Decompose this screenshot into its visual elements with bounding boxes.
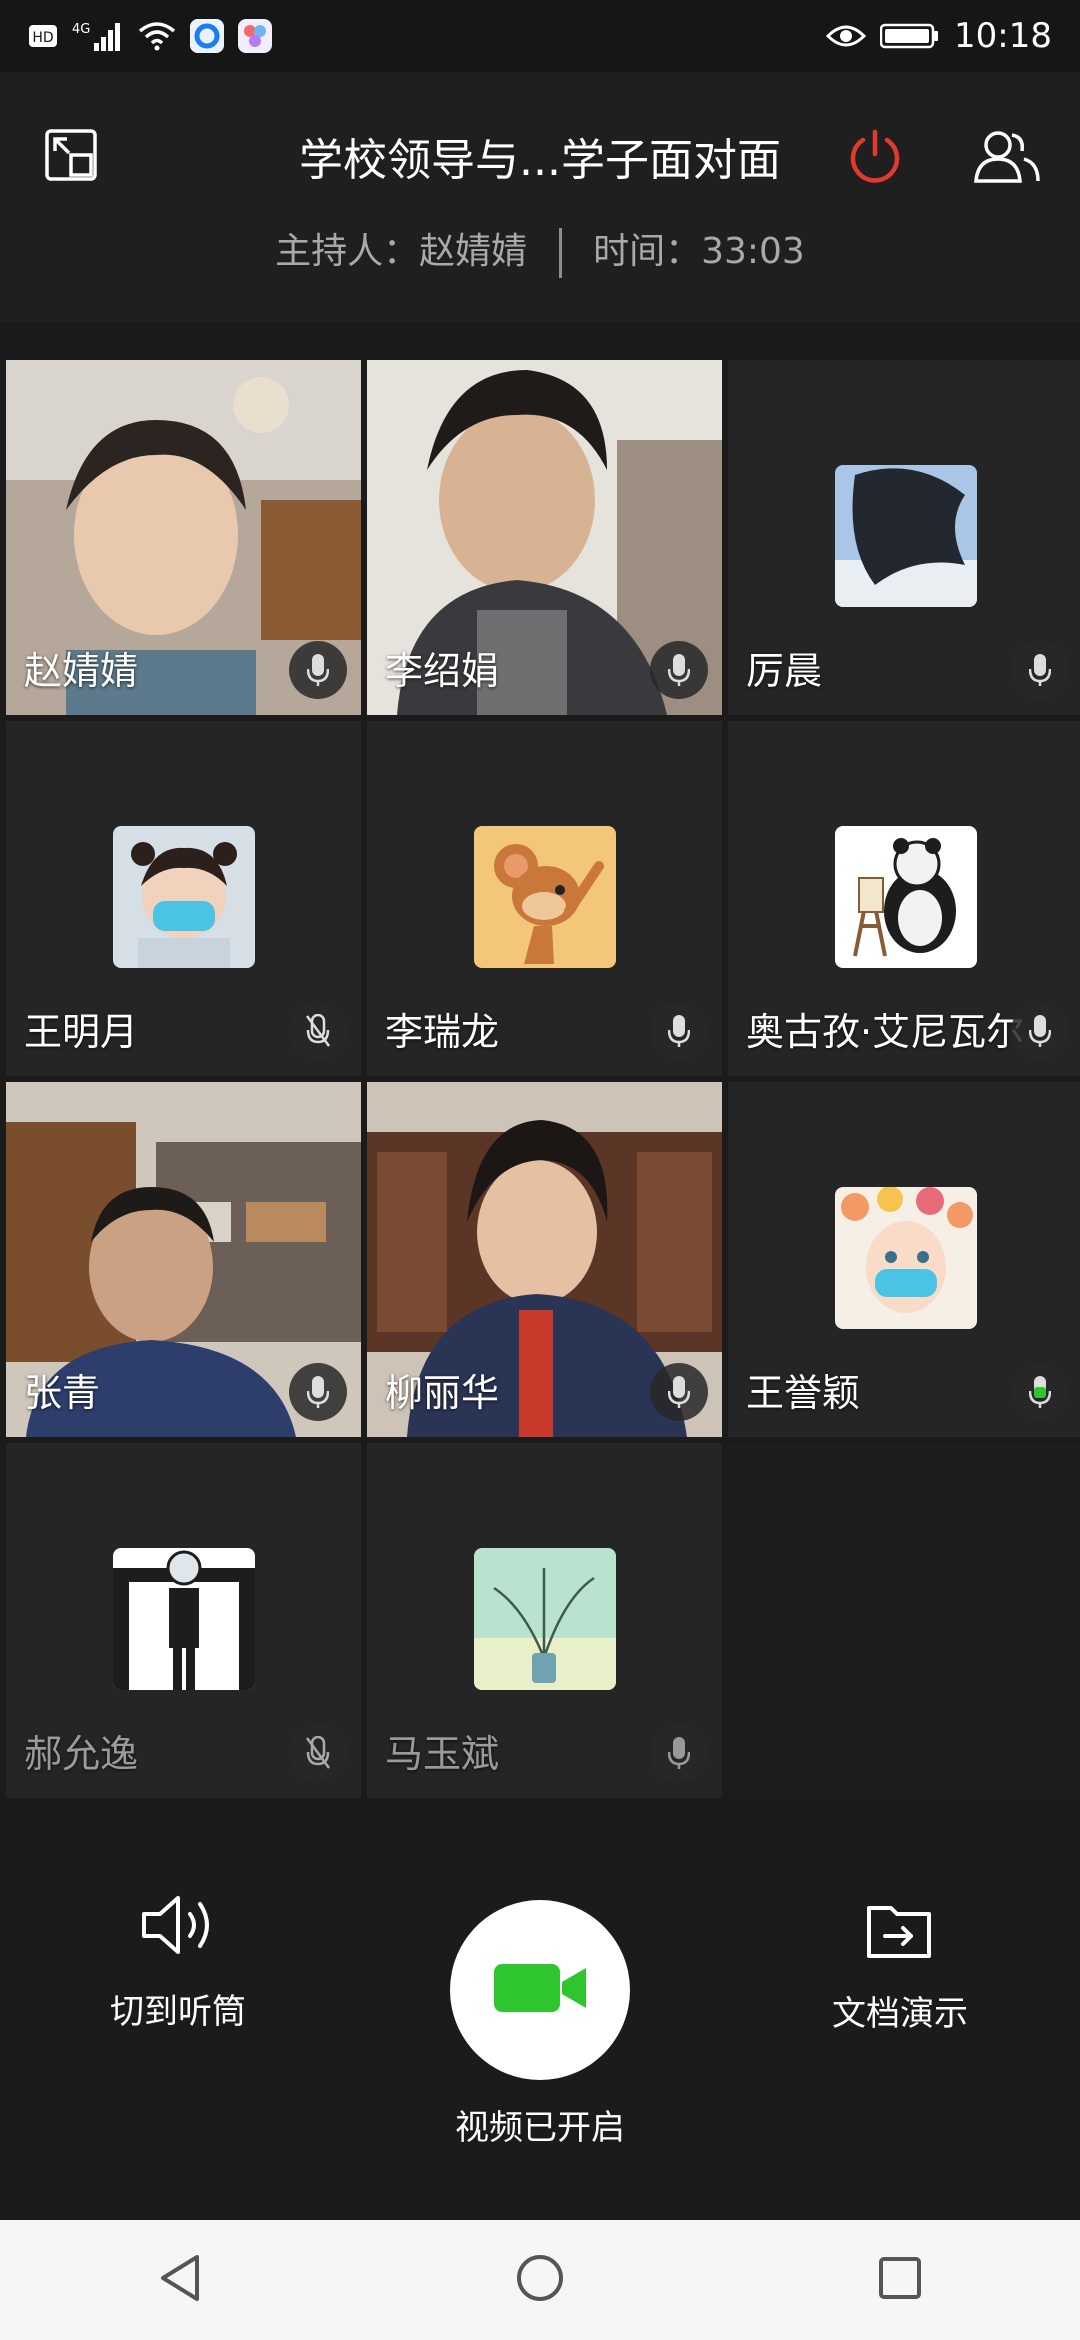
meeting-title: 学校领导与...学子面对面 <box>299 135 781 186</box>
mic-icon <box>650 1002 708 1060</box>
participant-tile[interactable]: 马玉斌 <box>367 1443 722 1798</box>
app-icon-multicolor <box>238 19 272 53</box>
participant-tile[interactable]: 厉晨 <box>728 360 1080 715</box>
minimize-window-icon <box>43 127 99 187</box>
meeting-header: 学校领导与...学子面对面 主持人：赵婧婧 时间：33:03 <box>0 72 1080 322</box>
power-icon <box>846 126 904 188</box>
participant-name: 王明月 <box>24 1010 139 1054</box>
mic-icon <box>650 641 708 699</box>
app-icon-blue <box>190 19 224 53</box>
participant-name: 奥古孜·艾尼瓦尔 <box>746 1010 1025 1054</box>
mic-icon <box>650 1724 708 1782</box>
mic-icon <box>650 1363 708 1421</box>
mic-icon <box>289 1363 347 1421</box>
divider <box>558 228 562 278</box>
hd-icon: HD <box>28 23 58 49</box>
speaker-icon <box>138 1896 218 1964</box>
home-button[interactable] <box>500 2240 580 2320</box>
battery-icon <box>880 22 940 50</box>
participant-name: 王誉颖 <box>746 1371 861 1415</box>
participants-button[interactable] <box>962 112 1052 202</box>
back-button[interactable] <box>140 2240 220 2320</box>
switch-to-earpiece-label: 切到听筒 <box>110 1992 246 2032</box>
cartoon-mouse-avatar <box>473 826 616 968</box>
document-presentation-label: 文档演示 <box>832 1994 968 2034</box>
participant-tile[interactable]: 郝允逸 <box>6 1443 361 1798</box>
mask-figure-avatar <box>112 1548 255 1690</box>
system-navigation-bar <box>0 2220 1080 2340</box>
empty-slot <box>728 1443 1080 1798</box>
participant-name: 赵婧婧 <box>24 649 139 693</box>
clock: 10:18 <box>954 16 1052 56</box>
plant-vase-avatar <box>473 1548 616 1690</box>
meeting-info: 主持人：赵婧婧 时间：33:03 <box>0 222 1080 278</box>
participant-tile[interactable]: 赵婧婧 <box>6 360 361 715</box>
video-toggle-button[interactable]: 视频已开启 <box>390 1900 690 2149</box>
participant-name: 张青 <box>24 1371 101 1415</box>
status-bar: HD 4G 10:18 <box>0 0 1080 72</box>
panda-painter-avatar <box>834 826 977 968</box>
mic-speaking-icon <box>1011 1363 1069 1421</box>
camera-icon <box>492 1960 588 2020</box>
mic-muted-icon <box>289 1724 347 1782</box>
switch-to-earpiece-button[interactable]: 切到听筒 <box>28 1890 328 2033</box>
participant-tile[interactable]: 李瑞龙 <box>367 721 722 1076</box>
end-meeting-button[interactable] <box>830 112 920 202</box>
document-presentation-button[interactable]: 文档演示 <box>750 1900 1050 2035</box>
participant-tile[interactable]: 王明月 <box>6 721 361 1076</box>
host-label: 主持人：赵婧婧 <box>275 231 528 272</box>
participant-name: 李绍娟 <box>385 649 500 693</box>
participant-name: 郝允逸 <box>24 1732 139 1776</box>
recents-button[interactable] <box>860 2240 940 2320</box>
mic-icon <box>289 641 347 699</box>
home-circle-icon <box>515 2253 565 2307</box>
meeting-controls: 切到听筒 视频已开启 文档演示 <box>0 1800 1080 2220</box>
signal-4g-icon: 4G <box>72 19 124 53</box>
wifi-icon <box>138 21 176 51</box>
participant-name: 柳丽华 <box>385 1371 500 1415</box>
back-triangle-icon <box>157 2253 203 2307</box>
participant-tile[interactable]: 柳丽华 <box>367 1082 722 1437</box>
video-toggle-circle <box>450 1900 630 2080</box>
participants-icon <box>974 127 1040 187</box>
hair-photo-avatar <box>834 465 977 607</box>
participant-name: 李瑞龙 <box>385 1010 500 1054</box>
elapsed-time: 时间：33:03 <box>593 231 805 272</box>
eye-icon <box>826 22 867 50</box>
folder-share-icon <box>865 1906 935 1966</box>
participant-tile[interactable]: 李绍娟 <box>367 360 722 715</box>
flower-girl-mask-avatar <box>834 1187 977 1329</box>
svg-text:4G: 4G <box>72 22 90 37</box>
svg-text:HD: HD <box>32 30 53 46</box>
participant-name: 马玉斌 <box>385 1732 500 1776</box>
mic-icon <box>1011 1002 1069 1060</box>
video-toggle-label: 视频已开启 <box>455 2108 625 2148</box>
participant-tile[interactable]: 张青 <box>6 1082 361 1437</box>
girl-mask-avatar <box>112 826 255 968</box>
participant-tile[interactable]: 奥古孜·艾尼瓦尔 <box>728 721 1080 1076</box>
recents-square-icon <box>877 2255 923 2305</box>
participant-grid: 赵婧婧 李绍娟 厉晨 王明月 李瑞龙 奥古孜·艾尼瓦尔 张青 柳丽华 王誉颖 郝… <box>0 360 1080 1798</box>
mic-icon <box>1011 641 1069 699</box>
minimize-window-button[interactable] <box>26 112 116 202</box>
mic-muted-icon <box>289 1002 347 1060</box>
participant-name: 厉晨 <box>746 649 823 693</box>
participant-tile[interactable]: 王誉颖 <box>728 1082 1080 1437</box>
